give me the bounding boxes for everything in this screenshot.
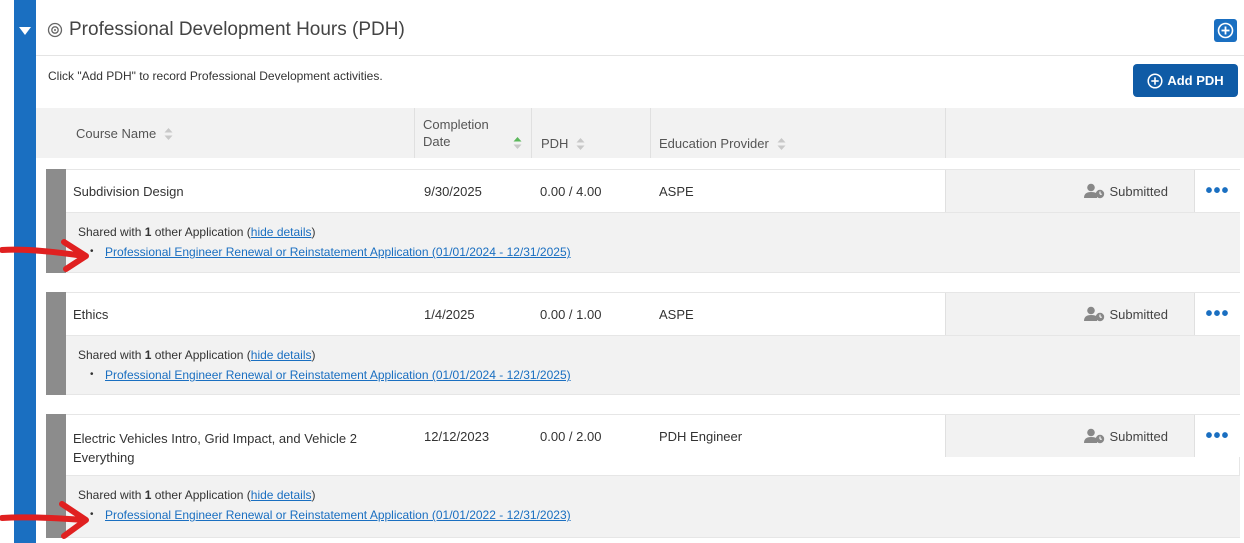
column-divider <box>650 108 651 158</box>
column-label: Completion <box>423 117 489 132</box>
add-pdh-button[interactable]: Add PDH <box>1133 64 1238 97</box>
record-stripe <box>46 292 66 395</box>
collapse-section-button[interactable] <box>14 20 36 42</box>
ellipsis-icon: ••• <box>1205 303 1230 325</box>
completion-date: 1/4/2025 <box>424 307 475 322</box>
application-link[interactable]: Professional Engineer Renewal or Reinsta… <box>105 245 571 259</box>
ellipsis-icon: ••• <box>1205 180 1230 202</box>
shared-with-text: Shared with 1 other Application (hide de… <box>78 225 316 239</box>
sort-icon-active[interactable] <box>513 136 522 150</box>
shared-close: ) <box>311 348 316 362</box>
shared-close: ) <box>311 225 316 239</box>
caret-down-icon <box>19 27 31 35</box>
record-details: Shared with 1 other Application (hide de… <box>66 213 1240 273</box>
annotation-arrow-icon <box>0 239 89 272</box>
column-header-pdh[interactable]: PDH <box>541 136 585 151</box>
hide-details-link[interactable]: hide details <box>251 225 312 239</box>
shared-with-text: Shared with 1 other Application (hide de… <box>78 488 316 502</box>
ellipsis-icon: ••• <box>1205 425 1230 447</box>
course-name: Ethics <box>73 307 109 322</box>
more-actions-button[interactable]: ••• <box>1194 415 1240 457</box>
course-name-line: Everything <box>73 450 135 465</box>
column-divider <box>531 108 532 158</box>
target-icon <box>47 22 63 38</box>
pdh-record: Electric Vehicles Intro, Grid Impact, an… <box>46 414 1240 538</box>
course-name-line: Electric Vehicles Intro, Grid Impact, an… <box>73 431 357 446</box>
shared-prefix: Shared with <box>78 348 145 362</box>
more-actions-button[interactable]: ••• <box>1194 170 1240 212</box>
table-header: Course Name Completion Date PDH Educatio… <box>36 108 1244 158</box>
pdh-value: 0.00 / 2.00 <box>540 429 602 444</box>
plus-circle-icon <box>1147 72 1163 89</box>
user-clock-icon <box>1084 306 1105 322</box>
shared-suffix: other Application ( <box>151 488 251 502</box>
section-title: Professional Development Hours (PDH) <box>69 19 405 40</box>
table-row[interactable]: Electric Vehicles Intro, Grid Impact, an… <box>66 414 1240 476</box>
education-provider: ASPE <box>659 307 694 322</box>
column-label: PDH <box>541 136 569 151</box>
column-label: Course Name <box>76 126 157 141</box>
record-details: Shared with 1 other Application (hide de… <box>66 476 1240 538</box>
instructions-text: Click "Add PDH" to record Professional D… <box>48 69 383 83</box>
completion-date: 12/12/2023 <box>424 429 490 444</box>
sort-icon[interactable] <box>576 137 585 151</box>
list-bullet: • <box>90 369 94 380</box>
status-badge: Submitted <box>945 415 1194 457</box>
pdh-value: 0.00 / 4.00 <box>540 184 602 199</box>
status-badge: Submitted <box>945 293 1194 335</box>
column-label: Education Provider <box>659 136 769 151</box>
shared-close: ) <box>311 488 316 502</box>
plus-circle-icon <box>1217 22 1234 39</box>
status-badge: Submitted <box>945 170 1194 212</box>
status-text: Submitted <box>1109 306 1168 322</box>
sort-icon[interactable] <box>164 127 173 141</box>
header-add-button[interactable] <box>1214 19 1237 42</box>
shared-suffix: other Application ( <box>151 348 251 362</box>
education-provider: PDH Engineer <box>659 429 743 444</box>
status-text: Submitted <box>1109 183 1168 199</box>
hide-details-link[interactable]: hide details <box>251 488 312 502</box>
pdh-value: 0.00 / 1.00 <box>540 307 602 322</box>
course-name: Subdivision Design <box>73 184 184 199</box>
application-link[interactable]: Professional Engineer Renewal or Reinsta… <box>105 368 571 382</box>
more-actions-button[interactable]: ••• <box>1194 293 1240 335</box>
user-clock-icon <box>1084 428 1105 444</box>
column-header-completion-date[interactable]: Completion Date <box>423 116 489 150</box>
status-text: Submitted <box>1109 428 1168 444</box>
shared-with-text: Shared with 1 other Application (hide de… <box>78 348 316 362</box>
record-details: Shared with 1 other Application (hide de… <box>66 336 1240 395</box>
course-name: Electric Vehicles Intro, Grid Impact, an… <box>73 429 357 467</box>
column-header-course-name[interactable]: Course Name <box>76 126 173 141</box>
annotation-arrow-icon <box>0 501 89 539</box>
add-pdh-label: Add PDH <box>1167 73 1224 88</box>
column-header-education-provider[interactable]: Education Provider <box>659 136 786 151</box>
column-divider <box>414 108 415 158</box>
pdh-record: Subdivision Design 9/30/2025 0.00 / 4.00… <box>46 169 1240 273</box>
hide-details-link[interactable]: hide details <box>251 348 312 362</box>
column-label: Date <box>423 134 451 149</box>
education-provider: ASPE <box>659 184 694 199</box>
application-link[interactable]: Professional Engineer Renewal or Reinsta… <box>105 508 571 522</box>
column-divider <box>945 108 946 158</box>
sort-icon[interactable] <box>777 137 786 151</box>
section-header: Professional Development Hours (PDH) <box>36 0 1244 56</box>
table-row[interactable]: Subdivision Design 9/30/2025 0.00 / 4.00… <box>66 169 1240 213</box>
shared-suffix: other Application ( <box>151 225 251 239</box>
user-clock-icon <box>1084 183 1105 199</box>
pdh-record: Ethics 1/4/2025 0.00 / 1.00 ASPE Submitt… <box>46 292 1240 395</box>
completion-date: 9/30/2025 <box>424 184 482 199</box>
table-row[interactable]: Ethics 1/4/2025 0.00 / 1.00 ASPE Submitt… <box>66 292 1240 336</box>
